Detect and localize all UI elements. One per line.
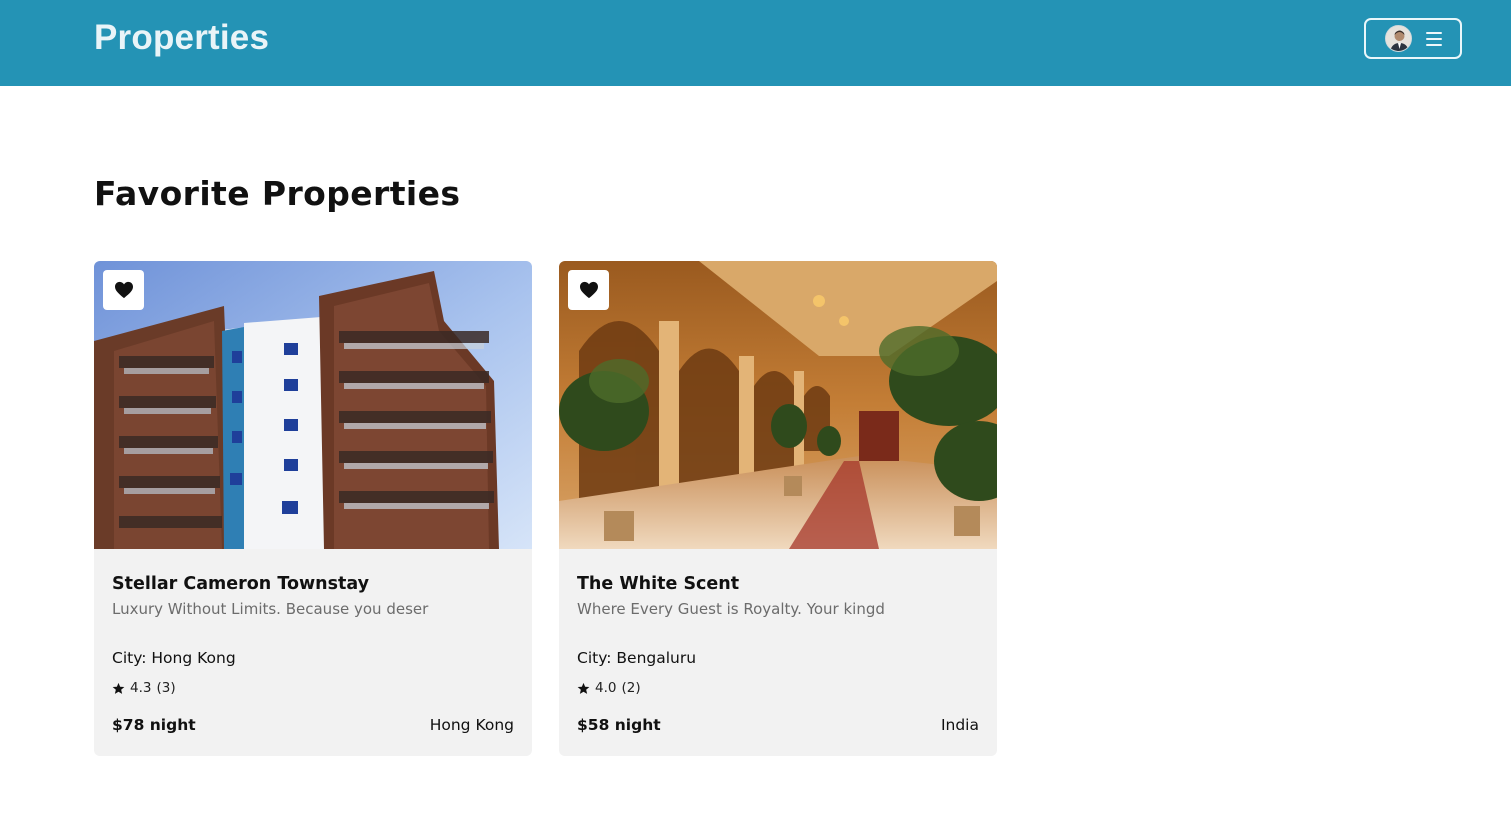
top-navbar: Properties	[0, 0, 1511, 86]
favorite-heart-button[interactable]	[103, 270, 144, 310]
property-rating: 4.3 (3)	[112, 679, 176, 697]
brand-title[interactable]: Properties	[94, 18, 269, 58]
favorite-heart-button[interactable]	[568, 270, 609, 310]
property-card[interactable]: The White Scent Where Every Guest is Roy…	[559, 261, 997, 756]
property-card[interactable]: Stellar Cameron Townstay Luxury Without …	[94, 261, 532, 756]
review-count: (3)	[156, 680, 176, 696]
rating-value: 4.0	[595, 680, 617, 696]
hamburger-icon	[1425, 31, 1442, 46]
property-country: India	[940, 716, 979, 734]
property-name[interactable]: Stellar Cameron Townstay	[112, 574, 369, 594]
property-city: City: Hong Kong	[112, 649, 236, 667]
property-rating: 4.0 (2)	[577, 679, 641, 697]
property-city: City: Bengaluru	[577, 649, 697, 667]
property-description: Luxury Without Limits. Because you deser	[112, 600, 429, 618]
property-image-apartment[interactable]	[94, 261, 532, 549]
star-icon	[112, 682, 125, 694]
property-name[interactable]: The White Scent	[577, 574, 739, 594]
review-count: (2)	[621, 680, 641, 696]
property-price: $58 night	[577, 716, 661, 734]
user-avatar	[1384, 25, 1412, 52]
heart-icon	[114, 281, 133, 299]
rating-value: 4.3	[130, 680, 152, 696]
property-price: $78 night	[112, 716, 196, 734]
user-menu-button[interactable]	[1364, 18, 1462, 59]
heart-icon	[579, 281, 598, 299]
property-country: Hong Kong	[429, 716, 514, 734]
star-icon	[577, 682, 590, 694]
property-description: Where Every Guest is Royalty. Your kingd	[577, 600, 885, 618]
page-title: Favorite Properties	[94, 174, 461, 213]
property-image-palace[interactable]	[559, 261, 997, 549]
